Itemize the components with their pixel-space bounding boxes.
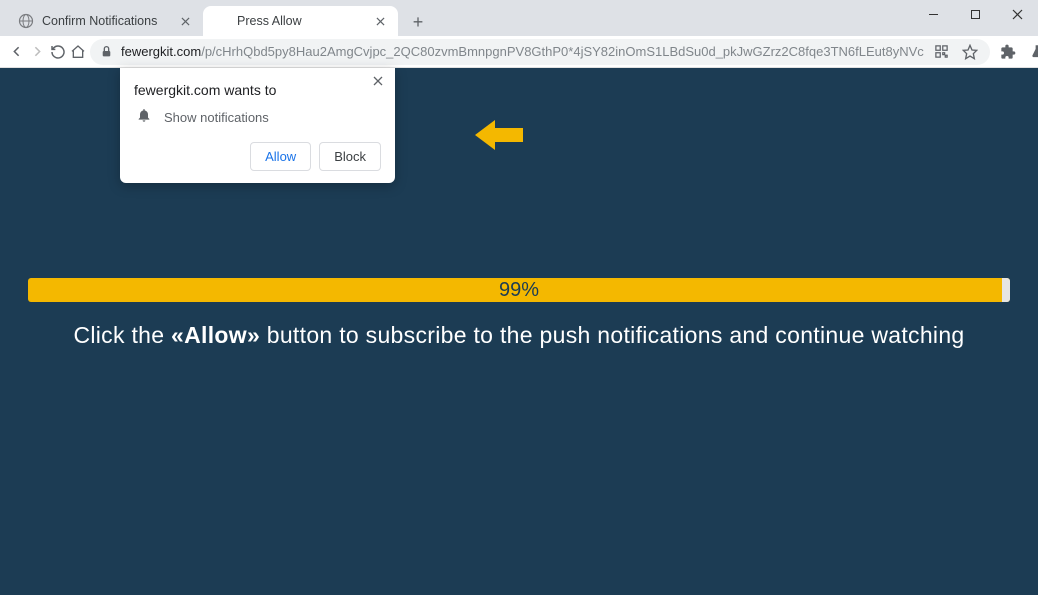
window-minimize-button[interactable] [912, 0, 954, 28]
tab-confirm-notifications[interactable]: Confirm Notifications [8, 6, 203, 36]
star-icon[interactable] [960, 38, 980, 66]
window-close-button[interactable] [996, 0, 1038, 28]
tab-title: Press Allow [237, 14, 364, 28]
popup-close-button[interactable] [369, 72, 387, 90]
permission-label: Show notifications [164, 110, 269, 125]
home-button[interactable] [70, 38, 86, 66]
progress-value: 99% [28, 278, 1010, 302]
allow-button[interactable]: Allow [250, 142, 311, 171]
cta-text: Click the «Allow» button to subscribe to… [28, 322, 1010, 349]
page-viewport: fewergkit.com wants to Show notification… [0, 68, 1038, 595]
reload-button[interactable] [50, 38, 66, 66]
qr-icon[interactable] [932, 38, 952, 66]
page-icon [213, 13, 229, 29]
window-maximize-button[interactable] [954, 0, 996, 28]
toolbar: fewergkit.com/p/cHrhQbd5py8Hau2AmgCvjpc_… [0, 36, 1038, 68]
close-icon[interactable] [177, 13, 193, 29]
back-button[interactable] [8, 38, 25, 66]
new-tab-button[interactable]: + [404, 8, 432, 36]
labs-icon[interactable] [1024, 38, 1038, 66]
arrow-left-icon [475, 116, 523, 159]
close-icon[interactable] [372, 13, 388, 29]
popup-title: fewergkit.com wants to [134, 82, 381, 98]
progress-bar: 99% [28, 278, 1010, 302]
url-text: fewergkit.com/p/cHrhQbd5py8Hau2AmgCvjpc_… [121, 44, 924, 59]
tab-strip: Confirm Notifications Press Allow + [0, 0, 1038, 36]
forward-button[interactable] [29, 38, 46, 66]
progress-section: 99% Click the «Allow» button to subscrib… [28, 278, 1010, 349]
address-bar[interactable]: fewergkit.com/p/cHrhQbd5py8Hau2AmgCvjpc_… [90, 39, 990, 65]
bell-icon [136, 107, 152, 128]
tab-title: Confirm Notifications [42, 14, 169, 28]
tab-press-allow[interactable]: Press Allow [203, 6, 398, 36]
block-button[interactable]: Block [319, 142, 381, 171]
lock-icon [100, 45, 113, 58]
globe-icon [18, 13, 34, 29]
extensions-icon[interactable] [994, 38, 1022, 66]
notification-permission-popup: fewergkit.com wants to Show notification… [120, 68, 395, 183]
